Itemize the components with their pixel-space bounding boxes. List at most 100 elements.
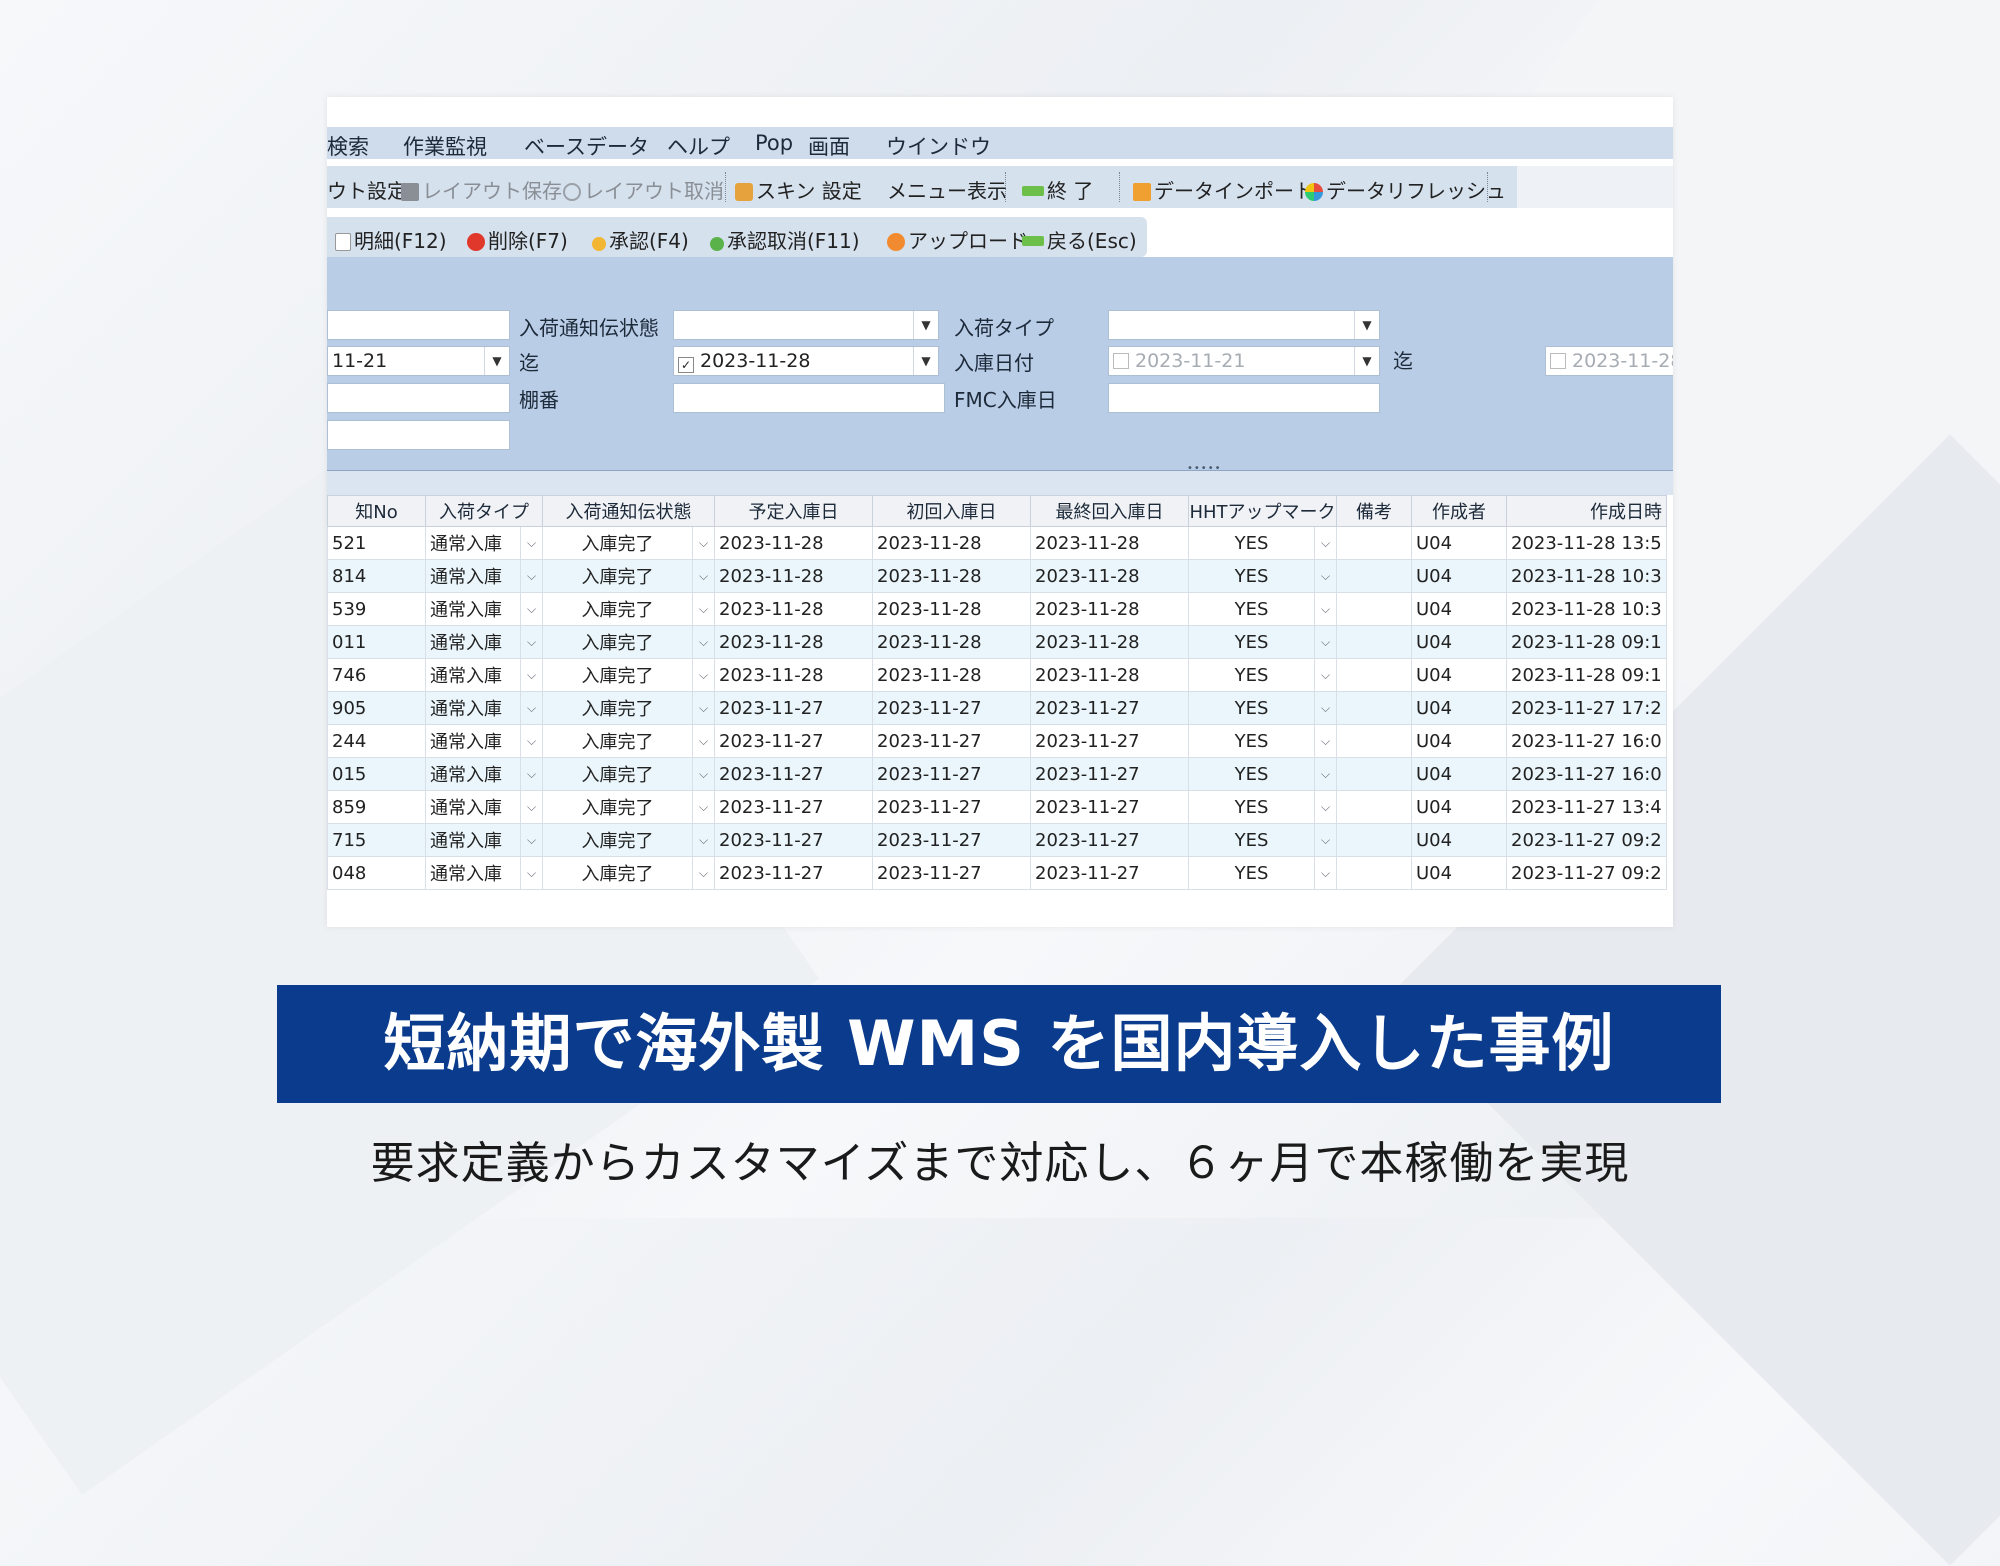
column-header[interactable]: 初回入庫日 <box>872 495 1031 527</box>
creator-cell[interactable]: U04 <box>1411 658 1507 692</box>
hht-cell[interactable]: YES <box>1188 691 1315 725</box>
column-header[interactable]: 予定入庫日 <box>714 495 873 527</box>
planned-date-cell[interactable]: 2023-11-27 <box>714 724 873 758</box>
type-cell[interactable]: 通常入庫 <box>425 559 521 593</box>
status-cell[interactable]: 入庫完了 <box>542 757 693 791</box>
hht-cell[interactable]: YES <box>1188 559 1315 593</box>
notice-no-cell[interactable]: 905 <box>327 691 426 725</box>
hht-cell[interactable]: YES <box>1188 757 1315 791</box>
created-cell[interactable]: 2023-11-27 16:0 <box>1506 757 1667 791</box>
upload-button[interactable]: アップロード <box>887 225 1028 254</box>
note-cell[interactable] <box>1336 592 1412 626</box>
note-cell[interactable] <box>1336 559 1412 593</box>
type-select[interactable]: ▼ <box>1108 310 1380 340</box>
layout-setting-button[interactable]: ウト設定 <box>327 175 407 204</box>
note-cell[interactable] <box>1336 790 1412 824</box>
creator-cell[interactable]: U04 <box>1411 790 1507 824</box>
type-cell[interactable]: 通常入庫 <box>425 658 521 692</box>
created-cell[interactable]: 2023-11-27 13:4 <box>1506 790 1667 824</box>
created-cell[interactable]: 2023-11-27 17:2 <box>1506 691 1667 725</box>
menu-pop[interactable]: Pop <box>755 131 793 155</box>
checkbox-icon[interactable] <box>1113 353 1129 369</box>
skin-setting-button[interactable]: スキン 設定 <box>735 175 862 204</box>
table-row[interactable]: 905 通常入庫 ⌵ 入庫完了 ⌵ 2023-11-27 2023-11-27 2023-11… <box>327 691 1667 725</box>
menu-display-button[interactable]: メニュー表示 <box>887 175 1007 204</box>
layout-save-button[interactable]: レイアウト保存 <box>401 175 562 204</box>
type-cell[interactable]: 通常入庫 <box>425 790 521 824</box>
chevron-down-icon[interactable]: ⌵ <box>1314 691 1337 725</box>
splitter[interactable] <box>327 462 1673 471</box>
delete-button[interactable]: 削除(F7) <box>467 225 568 254</box>
chevron-down-icon[interactable]: ▼ <box>484 347 509 375</box>
chevron-down-icon[interactable]: ⌵ <box>1314 856 1337 890</box>
table-row[interactable]: 814 通常入庫 ⌵ 入庫完了 ⌵ 2023-11-28 2023-11-28 2023-11… <box>327 559 1667 593</box>
creator-cell[interactable]: U04 <box>1411 691 1507 725</box>
status-cell[interactable]: 入庫完了 <box>542 823 693 857</box>
chevron-down-icon[interactable]: ▼ <box>913 347 938 375</box>
table-row[interactable]: 244 通常入庫 ⌵ 入庫完了 ⌵ 2023-11-27 2023-11-27 2023-11… <box>327 724 1667 758</box>
planned-date-cell[interactable]: 2023-11-27 <box>714 790 873 824</box>
chevron-down-icon[interactable]: ▼ <box>1354 311 1379 339</box>
first-date-cell[interactable]: 2023-11-28 <box>872 559 1031 593</box>
type-cell[interactable]: 通常入庫 <box>425 526 521 560</box>
menu-base-data[interactable]: ベースデータ <box>524 131 649 161</box>
back-button[interactable]: 戻る(Esc) <box>1022 225 1137 254</box>
planned-date-cell[interactable]: 2023-11-28 <box>714 658 873 692</box>
date-from-field[interactable]: 11-21 ▼ <box>327 346 510 376</box>
creator-cell[interactable]: U04 <box>1411 757 1507 791</box>
created-cell[interactable]: 2023-11-28 09:1 <box>1506 658 1667 692</box>
chevron-down-icon[interactable]: ⌵ <box>1314 724 1337 758</box>
chevron-down-icon[interactable]: ⌵ <box>1314 526 1337 560</box>
planned-date-cell[interactable]: 2023-11-28 <box>714 526 873 560</box>
last-date-cell[interactable]: 2023-11-28 <box>1030 658 1189 692</box>
exit-button[interactable]: 終 了 <box>1022 175 1093 204</box>
menu-screen[interactable]: 画面 <box>808 131 850 161</box>
table-row[interactable]: 015 通常入庫 ⌵ 入庫完了 ⌵ 2023-11-27 2023-11-27 2023-11… <box>327 757 1667 791</box>
layout-cancel-button[interactable]: レイアウト取消 <box>563 175 724 204</box>
chevron-down-icon[interactable]: ⌵ <box>692 592 715 626</box>
first-date-cell[interactable]: 2023-11-28 <box>872 625 1031 659</box>
fmc-date-field[interactable] <box>1108 383 1380 413</box>
chevron-down-icon[interactable]: ⌵ <box>692 724 715 758</box>
status-cell[interactable]: 入庫完了 <box>542 625 693 659</box>
hht-cell[interactable]: YES <box>1188 724 1315 758</box>
planned-date-cell[interactable]: 2023-11-28 <box>714 592 873 626</box>
checkbox-icon[interactable] <box>1550 353 1566 369</box>
last-date-cell[interactable]: 2023-11-28 <box>1030 559 1189 593</box>
last-date-cell[interactable]: 2023-11-27 <box>1030 724 1189 758</box>
hht-cell[interactable]: YES <box>1188 658 1315 692</box>
chevron-down-icon[interactable]: ▼ <box>913 311 938 339</box>
created-cell[interactable]: 2023-11-27 09:2 <box>1506 856 1667 890</box>
note-cell[interactable] <box>1336 526 1412 560</box>
status-cell[interactable]: 入庫完了 <box>542 658 693 692</box>
date-to-field[interactable]: ✓ 2023-11-28 ▼ <box>673 346 939 376</box>
planned-date-cell[interactable]: 2023-11-28 <box>714 559 873 593</box>
shelf-field[interactable] <box>673 383 945 413</box>
chevron-down-icon[interactable]: ⌵ <box>692 823 715 857</box>
created-cell[interactable]: 2023-11-28 10:3 <box>1506 559 1667 593</box>
note-cell[interactable] <box>1336 625 1412 659</box>
chevron-down-icon[interactable]: ⌵ <box>1314 757 1337 791</box>
column-header[interactable]: 作成日時 <box>1506 495 1667 527</box>
planned-date-cell[interactable]: 2023-11-27 <box>714 823 873 857</box>
chevron-down-icon[interactable]: ⌵ <box>520 823 543 857</box>
text-field[interactable] <box>327 420 510 450</box>
hht-cell[interactable]: YES <box>1188 856 1315 890</box>
note-cell[interactable] <box>1336 724 1412 758</box>
menu-help[interactable]: ヘルプ <box>667 131 730 161</box>
status-cell[interactable]: 入庫完了 <box>542 724 693 758</box>
chevron-down-icon[interactable]: ⌵ <box>1314 559 1337 593</box>
notice-no-cell[interactable]: 015 <box>327 757 426 791</box>
type-cell[interactable]: 通常入庫 <box>425 592 521 626</box>
hht-cell[interactable]: YES <box>1188 790 1315 824</box>
notice-no-cell[interactable]: 244 <box>327 724 426 758</box>
chevron-down-icon[interactable]: ⌵ <box>520 526 543 560</box>
status-cell[interactable]: 入庫完了 <box>542 526 693 560</box>
chevron-down-icon[interactable]: ⌵ <box>520 592 543 626</box>
chevron-down-icon[interactable]: ⌵ <box>1314 658 1337 692</box>
approve-button[interactable]: 承認(F4) <box>592 225 689 254</box>
recv-date-from-field[interactable]: 2023-11-21 ▼ <box>1108 346 1380 376</box>
chevron-down-icon[interactable]: ⌵ <box>1314 592 1337 626</box>
last-date-cell[interactable]: 2023-11-27 <box>1030 790 1189 824</box>
first-date-cell[interactable]: 2023-11-27 <box>872 823 1031 857</box>
